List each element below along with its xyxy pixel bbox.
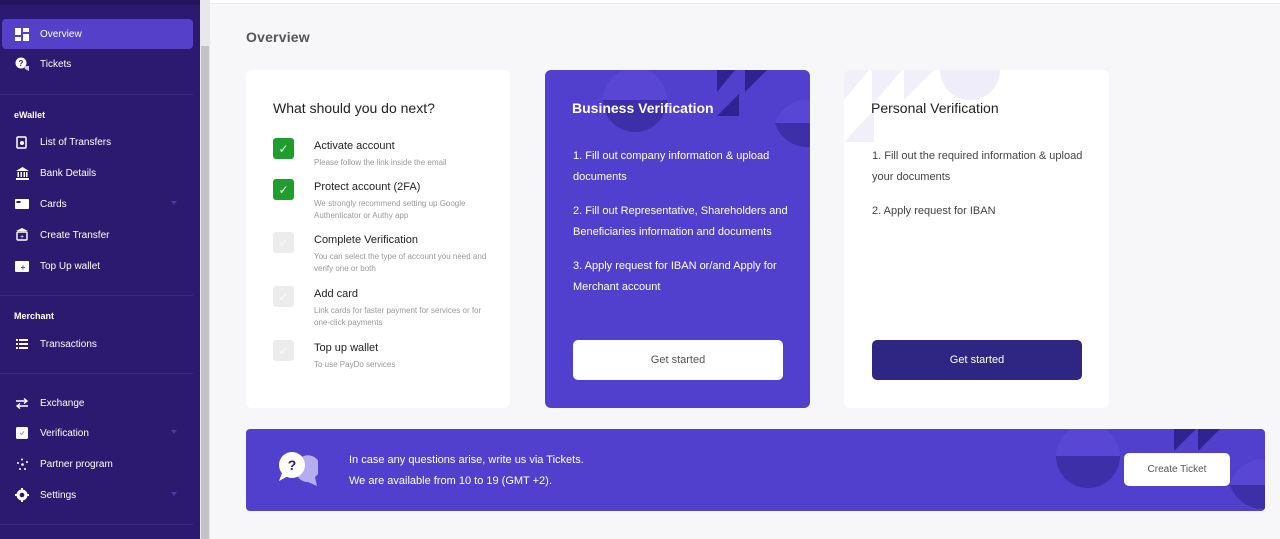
chevron-down-icon[interactable] <box>171 492 177 496</box>
chevron-down-icon[interactable] <box>171 430 177 434</box>
step-item: 2. Apply request for IBAN <box>872 205 996 217</box>
chevron-down-icon[interactable] <box>171 201 177 205</box>
page-title: Overview <box>246 29 310 45</box>
svg-text:?: ? <box>18 59 23 68</box>
sidebar-item-cards[interactable]: Cards <box>2 189 193 219</box>
task-title: Complete Verification <box>314 234 418 246</box>
verification-check-icon <box>14 425 30 441</box>
sidebar-item-label: Partner program <box>40 458 113 470</box>
sidebar: Overview ? Tickets eWallet List of Trans… <box>0 0 200 539</box>
business-get-started-button[interactable]: Get started <box>573 340 783 380</box>
checkbox-unchecked-icon: ✓ <box>273 232 294 253</box>
task-title: Protect account (2FA) <box>314 181 421 193</box>
sidebar-item-list-of-transfers[interactable]: List of Transfers <box>2 127 193 157</box>
create-transfer-icon: + <box>14 227 30 243</box>
personal-get-started-button[interactable]: Get started <box>872 340 1082 380</box>
card-title: What should you do next? <box>273 100 435 116</box>
sidebar-item-verification[interactable]: Verification <box>2 418 193 448</box>
task-description: Please follow the link inside the email <box>314 158 447 167</box>
task-description: You can select the type of account you n… <box>314 252 487 273</box>
main-content: Overview What should you do next? ✓ Acti… <box>210 0 1280 539</box>
sidebar-item-partner-program[interactable]: Partner program <box>2 449 193 479</box>
business-verification-card: Business Verification 1. Fill out compan… <box>545 70 810 408</box>
sidebar-item-bank-details[interactable]: Bank Details <box>2 158 193 188</box>
task-title: Add card <box>314 288 359 300</box>
sidebar-item-tickets[interactable]: ? Tickets <box>2 49 193 79</box>
transfers-list-icon <box>14 134 30 150</box>
section-label-ewallet: eWallet <box>14 110 46 120</box>
sidebar-item-label: Bank Details <box>40 167 97 179</box>
top-up-wallet-icon: + <box>14 258 30 274</box>
sidebar-divider <box>0 295 193 296</box>
task-title: Top up wallet <box>314 342 379 354</box>
list-icon <box>14 336 30 352</box>
sidebar-item-label: Tickets <box>40 58 72 70</box>
checkbox-checked-icon: ✓ <box>273 179 294 200</box>
sidebar-item-overview[interactable]: Overview <box>2 19 193 49</box>
scrollbar-thumb[interactable] <box>201 46 209 539</box>
support-banner: ? In case any questions arise, write us … <box>246 429 1265 511</box>
task-description: We strongly recommend setting up Google … <box>314 199 466 220</box>
task-description: Link cards for faster payment for servic… <box>314 306 482 327</box>
svg-text:?: ? <box>288 457 297 473</box>
sidebar-item-label: List of Transfers <box>40 136 112 148</box>
step-item: 1. Fill out the required information & u… <box>872 150 1083 183</box>
step-item: 1. Fill out company information & upload… <box>573 150 770 183</box>
sidebar-item-create-transfer[interactable]: + Create Transfer <box>2 220 193 250</box>
sidebar-item-transactions[interactable]: Transactions <box>2 329 193 359</box>
dashboard-icon <box>14 26 30 42</box>
sidebar-item-label: Top Up wallet <box>40 260 101 272</box>
card-title: Personal Verification <box>871 100 999 116</box>
sidebar-item-label: Settings <box>40 489 77 501</box>
next-steps-card: What should you do next? ✓ Activate acco… <box>246 70 510 408</box>
exchange-arrows-icon <box>14 395 30 411</box>
personal-verification-card: Personal Verification 1. Fill out the re… <box>844 70 1109 408</box>
partner-network-icon <box>14 456 30 472</box>
svg-text:+: + <box>20 234 24 241</box>
checkbox-unchecked-icon: ✓ <box>273 340 294 361</box>
step-item: 3. Apply request for IBAN or/and Apply f… <box>573 260 777 293</box>
steps-list: 1. Fill out the required information & u… <box>872 146 1092 236</box>
sidebar-item-label: Overview <box>40 28 82 40</box>
support-message: In case any questions arise, write us vi… <box>349 450 584 491</box>
bank-icon <box>14 165 30 181</box>
checkbox-checked-icon: ✓ <box>273 138 294 159</box>
section-label-merchant: Merchant <box>14 311 55 321</box>
help-chat-icon: ? <box>278 451 320 489</box>
task-title: Activate account <box>314 140 395 152</box>
sidebar-item-label: Verification <box>40 427 89 439</box>
steps-list: 1. Fill out company information & upload… <box>573 146 793 311</box>
task-description: To use PayDo services <box>314 360 396 369</box>
sidebar-divider <box>0 94 193 95</box>
header-strip <box>210 0 1280 4</box>
tickets-icon: ? <box>14 56 30 72</box>
checkbox-unchecked-icon: ✓ <box>273 286 294 307</box>
sidebar-item-top-up-wallet[interactable]: + Top Up wallet <box>2 251 193 281</box>
card-icon <box>14 196 30 212</box>
support-message-line: We are available from 10 to 19 (GMT +2). <box>349 474 552 487</box>
sidebar-scrollbar[interactable] <box>200 0 210 539</box>
sidebar-item-settings[interactable]: Settings <box>2 480 193 510</box>
step-item: 2. Fill out Representative, Shareholders… <box>573 205 788 238</box>
create-ticket-button[interactable]: Create Ticket <box>1124 453 1230 486</box>
support-message-line: In case any questions arise, write us vi… <box>349 454 584 466</box>
sidebar-divider <box>0 373 193 374</box>
svg-text:+: + <box>21 263 26 272</box>
sidebar-divider <box>0 524 193 525</box>
sidebar-item-label: Create Transfer <box>40 229 110 241</box>
card-title: Business Verification <box>572 100 714 116</box>
gear-icon <box>14 487 30 503</box>
sidebar-item-label: Transactions <box>40 338 97 350</box>
sidebar-item-label: Exchange <box>40 397 85 409</box>
sidebar-item-label: Cards <box>40 198 67 210</box>
sidebar-item-exchange[interactable]: Exchange <box>2 388 193 418</box>
sidebar-top-bar <box>0 0 200 5</box>
